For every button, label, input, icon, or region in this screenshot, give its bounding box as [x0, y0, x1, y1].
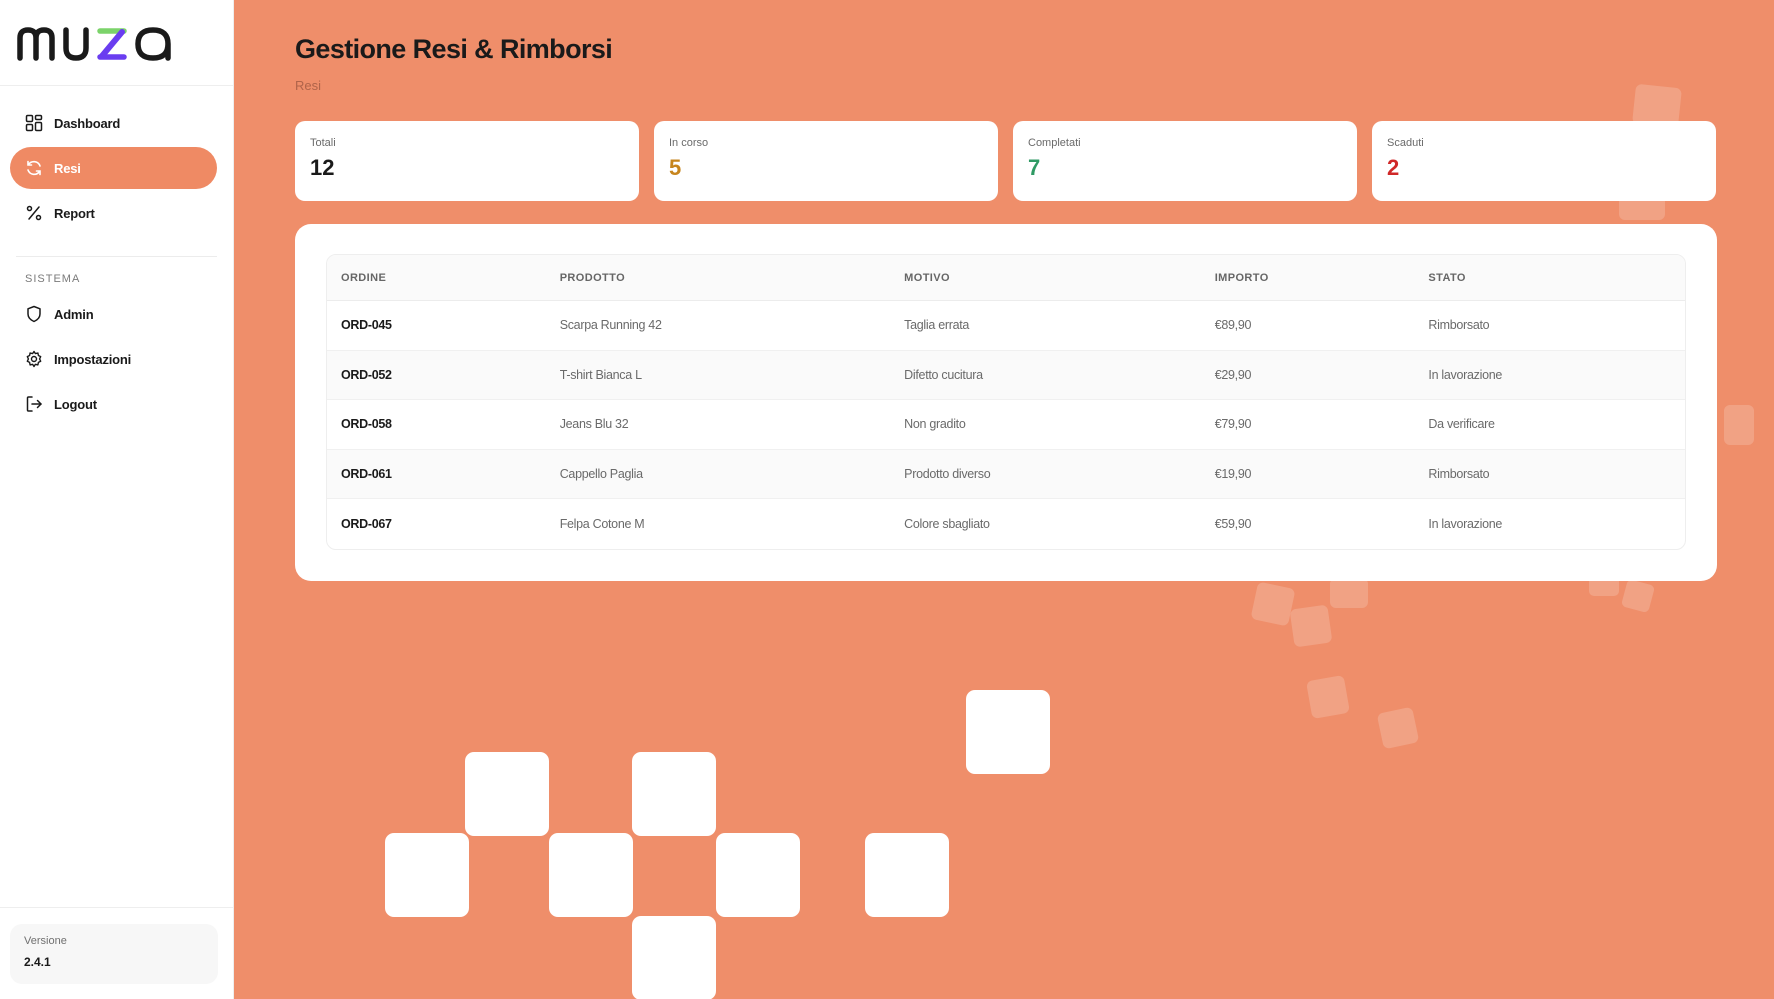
stat-value: 12	[310, 155, 335, 180]
sidebar-item-label: Logout	[54, 396, 97, 412]
returns-table: ORDINE PRODOTTO MOTIVO IMPORTO STATO ORD…	[326, 254, 1686, 550]
column-header-prodotto[interactable]: PRODOTTO	[546, 272, 890, 284]
stat-value: 5	[669, 155, 682, 180]
sidebar-item-label: Report	[54, 205, 95, 221]
cell-order: ORD-052	[341, 367, 392, 382]
stat-value: 7	[1028, 155, 1041, 180]
version-label: Versione	[24, 935, 67, 947]
cell-product: T-shirt Bianca L	[559, 367, 642, 382]
breadcrumb[interactable]: Resi	[295, 78, 321, 93]
cell-product: Cappello Paglia	[559, 466, 643, 481]
sidebar-item-resi[interactable]: Resi	[10, 147, 217, 189]
sidebar-item-label: Resi	[54, 160, 81, 176]
cell-amount: €29,90	[1214, 367, 1252, 382]
brand-logo[interactable]: muza	[16, 18, 196, 66]
table-row[interactable]: ORD-045 Scarpa Running 42 Taglia errata …	[327, 301, 1685, 351]
cell-order: ORD-058	[341, 417, 392, 432]
logout-icon	[24, 394, 44, 414]
section-title-sistema: SISTEMA	[25, 273, 81, 285]
sidebar-footer-divider	[0, 907, 234, 908]
returns-table-panel: ORDINE PRODOTTO MOTIVO IMPORTO STATO ORD…	[295, 224, 1717, 581]
sidebar-item-admin[interactable]: Admin	[10, 293, 217, 335]
refresh-icon	[24, 158, 44, 178]
cell-status: Rimborsato	[1428, 466, 1490, 481]
page-title: Gestione Resi & Rimborsi	[295, 34, 613, 64]
table-body: ORD-045 Scarpa Running 42 Taglia errata …	[327, 301, 1685, 549]
table-header: ORDINE PRODOTTO MOTIVO IMPORTO STATO	[327, 255, 1685, 301]
shield-icon	[24, 304, 44, 324]
stats-row: Totali 12 In corso 5 Completati 7 Scadut…	[295, 121, 1716, 201]
sidebar-item-label: Admin	[54, 306, 94, 322]
column-header-importo[interactable]: IMPORTO	[1201, 272, 1415, 284]
cell-reason: Difetto cucitura	[904, 367, 983, 382]
table-row[interactable]: ORD-052 T-shirt Bianca L Difetto cucitur…	[327, 350, 1685, 400]
sidebar-item-dashboard[interactable]: Dashboard	[10, 102, 217, 144]
table-row[interactable]: ORD-067 Felpa Cotone M Colore sbagliato …	[327, 499, 1685, 549]
cell-order: ORD-061	[341, 466, 392, 481]
cell-product: Felpa Cotone M	[559, 516, 645, 531]
cell-reason: Taglia errata	[904, 318, 970, 333]
sidebar-item-logout[interactable]: Logout	[10, 383, 217, 425]
logo-area: muza	[0, 0, 233, 86]
cell-reason: Non gradito	[904, 417, 966, 432]
stat-value: 2	[1387, 155, 1400, 180]
table-row[interactable]: ORD-061 Cappello Paglia Prodotto diverso…	[327, 449, 1685, 499]
sidebar-item-impostazioni[interactable]: Impostazioni	[10, 338, 217, 380]
nav-divider	[16, 256, 217, 257]
percent-icon	[24, 203, 44, 223]
cell-product: Scarpa Running 42	[559, 318, 662, 333]
stat-card-in-corso: In corso 5	[654, 121, 998, 201]
cell-amount: €19,90	[1214, 466, 1252, 481]
stat-card-totali: Totali 12	[295, 121, 639, 201]
cell-reason: Prodotto diverso	[904, 466, 991, 481]
stat-label: Scaduti	[1387, 137, 1424, 149]
sidebar-item-report[interactable]: Report	[10, 192, 217, 234]
version-box: Versione 2.4.1	[10, 924, 218, 984]
cell-status: Da verificare	[1428, 417, 1495, 432]
cell-status: Rimborsato	[1428, 318, 1490, 333]
cell-reason: Colore sbagliato	[904, 516, 990, 531]
main-content: Gestione Resi & Rimborsi Resi Totali 12 …	[234, 0, 1774, 999]
cell-status: In lavorazione	[1428, 516, 1503, 531]
cell-order: ORD-067	[341, 516, 392, 531]
stat-label: In corso	[669, 137, 709, 149]
version-value: 2.4.1	[24, 955, 51, 969]
stat-card-scaduti: Scaduti 2	[1372, 121, 1716, 201]
cell-amount: €59,90	[1214, 516, 1252, 531]
gear-icon	[24, 349, 44, 369]
stat-card-completati: Completati 7	[1013, 121, 1357, 201]
cell-amount: €79,90	[1214, 417, 1252, 432]
column-header-motivo[interactable]: MOTIVO	[890, 272, 1201, 284]
column-header-ordine[interactable]: ORDINE	[327, 272, 546, 284]
cell-status: In lavorazione	[1428, 367, 1503, 382]
cell-product: Jeans Blu 32	[559, 417, 629, 432]
sidebar: muza Dashboard Resi	[0, 0, 234, 999]
sidebar-item-label: Impostazioni	[54, 351, 132, 367]
sidebar-item-label: Dashboard	[54, 115, 121, 131]
main-nav: Dashboard Resi Report SISTEMA Admin Impo…	[0, 86, 233, 425]
table-row[interactable]: ORD-058 Jeans Blu 32 Non gradito €79,90 …	[327, 400, 1685, 450]
stat-label: Totali	[310, 137, 336, 149]
stat-label: Completati	[1028, 137, 1081, 149]
cell-order: ORD-045	[341, 318, 392, 333]
cell-amount: €89,90	[1214, 318, 1252, 333]
column-header-stato[interactable]: STATO	[1414, 272, 1685, 284]
grid-icon	[24, 113, 44, 133]
